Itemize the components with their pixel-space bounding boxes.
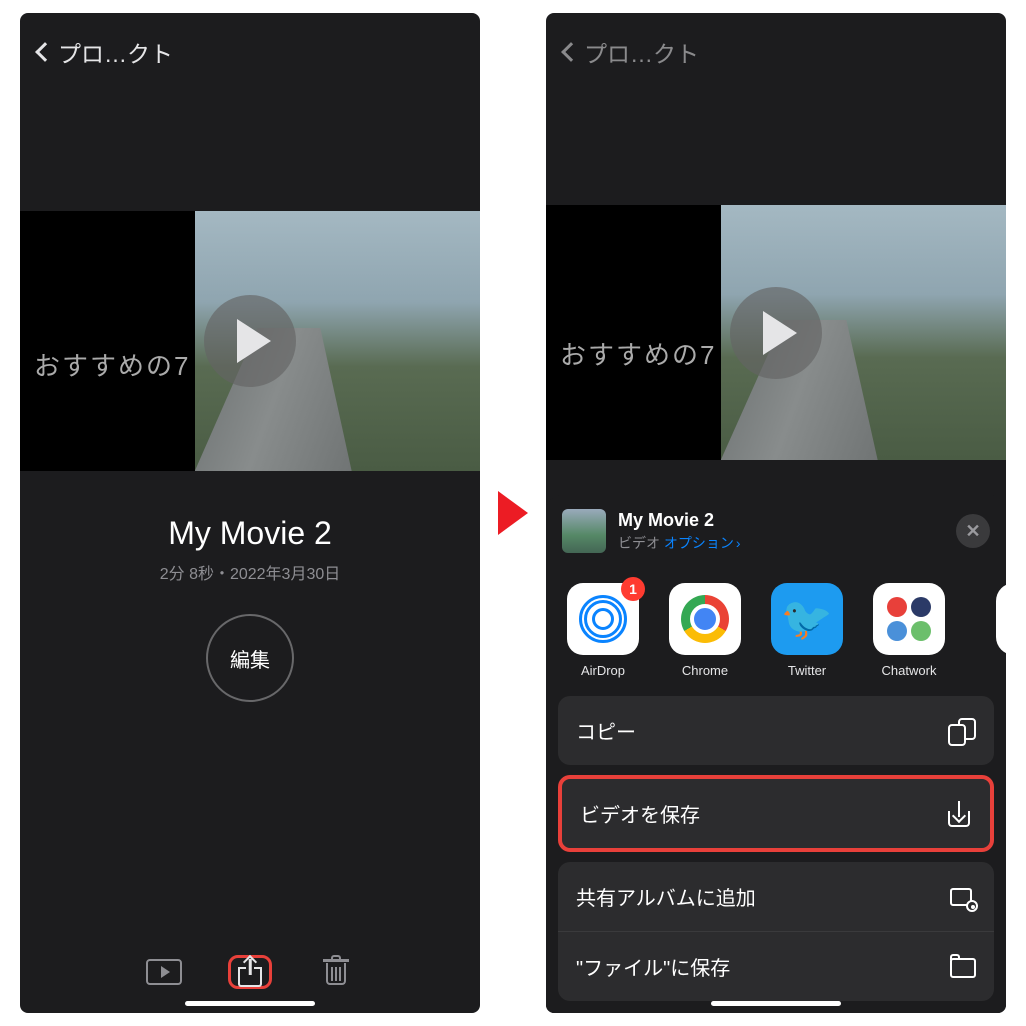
edit-button[interactable]: 編集	[206, 614, 294, 702]
close-icon: ✕	[965, 521, 980, 542]
share-icon	[238, 957, 262, 987]
app-chrome[interactable]: Chrome	[664, 583, 746, 678]
album-icon	[950, 884, 976, 910]
action-save-files[interactable]: "ファイル"に保存	[558, 931, 994, 1001]
chrome-icon	[669, 583, 741, 655]
chatwork-icon	[873, 583, 945, 655]
app-icon	[996, 583, 1006, 655]
nav-header: プロ…クト	[546, 13, 1006, 81]
app-more[interactable]	[970, 583, 1006, 678]
folder-icon	[950, 954, 976, 980]
share-subtitle: ビデオ オプション›	[618, 533, 944, 553]
back-label[interactable]: プロ…クト	[58, 35, 173, 69]
phone-left: プロ…クト おすすめの7 My Movie 2 2分 8秒・2022年3月30日…	[20, 13, 480, 1013]
share-apps-row[interactable]: 1 AirDrop Chrome 🐦 Twitter Chatwork	[546, 571, 1006, 686]
twitter-icon: 🐦	[771, 583, 843, 655]
phone-right: プロ…クト おすすめの7 My Movie 2 ビデオ オプション›	[546, 13, 1006, 1013]
copy-icon	[950, 718, 976, 744]
play-icon[interactable]	[204, 295, 296, 387]
action-add-album[interactable]: 共有アルバムに追加	[558, 862, 994, 931]
project-title: My Movie 2	[20, 515, 480, 552]
bottom-toolbar	[20, 955, 480, 989]
nav-header: プロ…クト	[20, 13, 480, 81]
home-indicator[interactable]	[185, 1001, 315, 1006]
notification-badge: 1	[621, 577, 645, 601]
share-button[interactable]	[228, 955, 272, 989]
video-preview[interactable]: おすすめの7	[20, 211, 480, 471]
transition-arrow-icon	[498, 491, 528, 535]
overlay-text: おすすめの7	[34, 346, 190, 383]
download-icon	[946, 801, 972, 827]
back-chevron-icon[interactable]	[561, 42, 581, 62]
trash-icon	[323, 957, 349, 987]
share-thumbnail	[562, 509, 606, 553]
back-chevron-icon[interactable]	[35, 42, 55, 62]
app-twitter[interactable]: 🐦 Twitter	[766, 583, 848, 678]
app-airdrop[interactable]: 1 AirDrop	[562, 583, 644, 678]
project-subtitle: 2分 8秒・2022年3月30日	[20, 560, 480, 584]
share-sheet: My Movie 2 ビデオ オプション› ✕ 1	[546, 495, 1006, 1013]
video-preview: おすすめの7	[546, 205, 1006, 460]
share-title: My Movie 2	[618, 510, 944, 531]
back-label[interactable]: プロ…クト	[584, 35, 699, 69]
airdrop-icon: 1	[567, 583, 639, 655]
delete-button[interactable]	[314, 955, 358, 989]
action-save-video[interactable]: ビデオを保存	[558, 775, 994, 852]
action-copy[interactable]: コピー	[558, 696, 994, 765]
app-chatwork[interactable]: Chatwork	[868, 583, 950, 678]
options-link[interactable]: オプション›	[664, 535, 741, 551]
play-icon	[730, 287, 822, 379]
overlay-text: おすすめの7	[560, 335, 716, 372]
close-button[interactable]: ✕	[956, 514, 990, 548]
home-indicator[interactable]	[711, 1001, 841, 1006]
play-preview-button[interactable]	[142, 955, 186, 989]
